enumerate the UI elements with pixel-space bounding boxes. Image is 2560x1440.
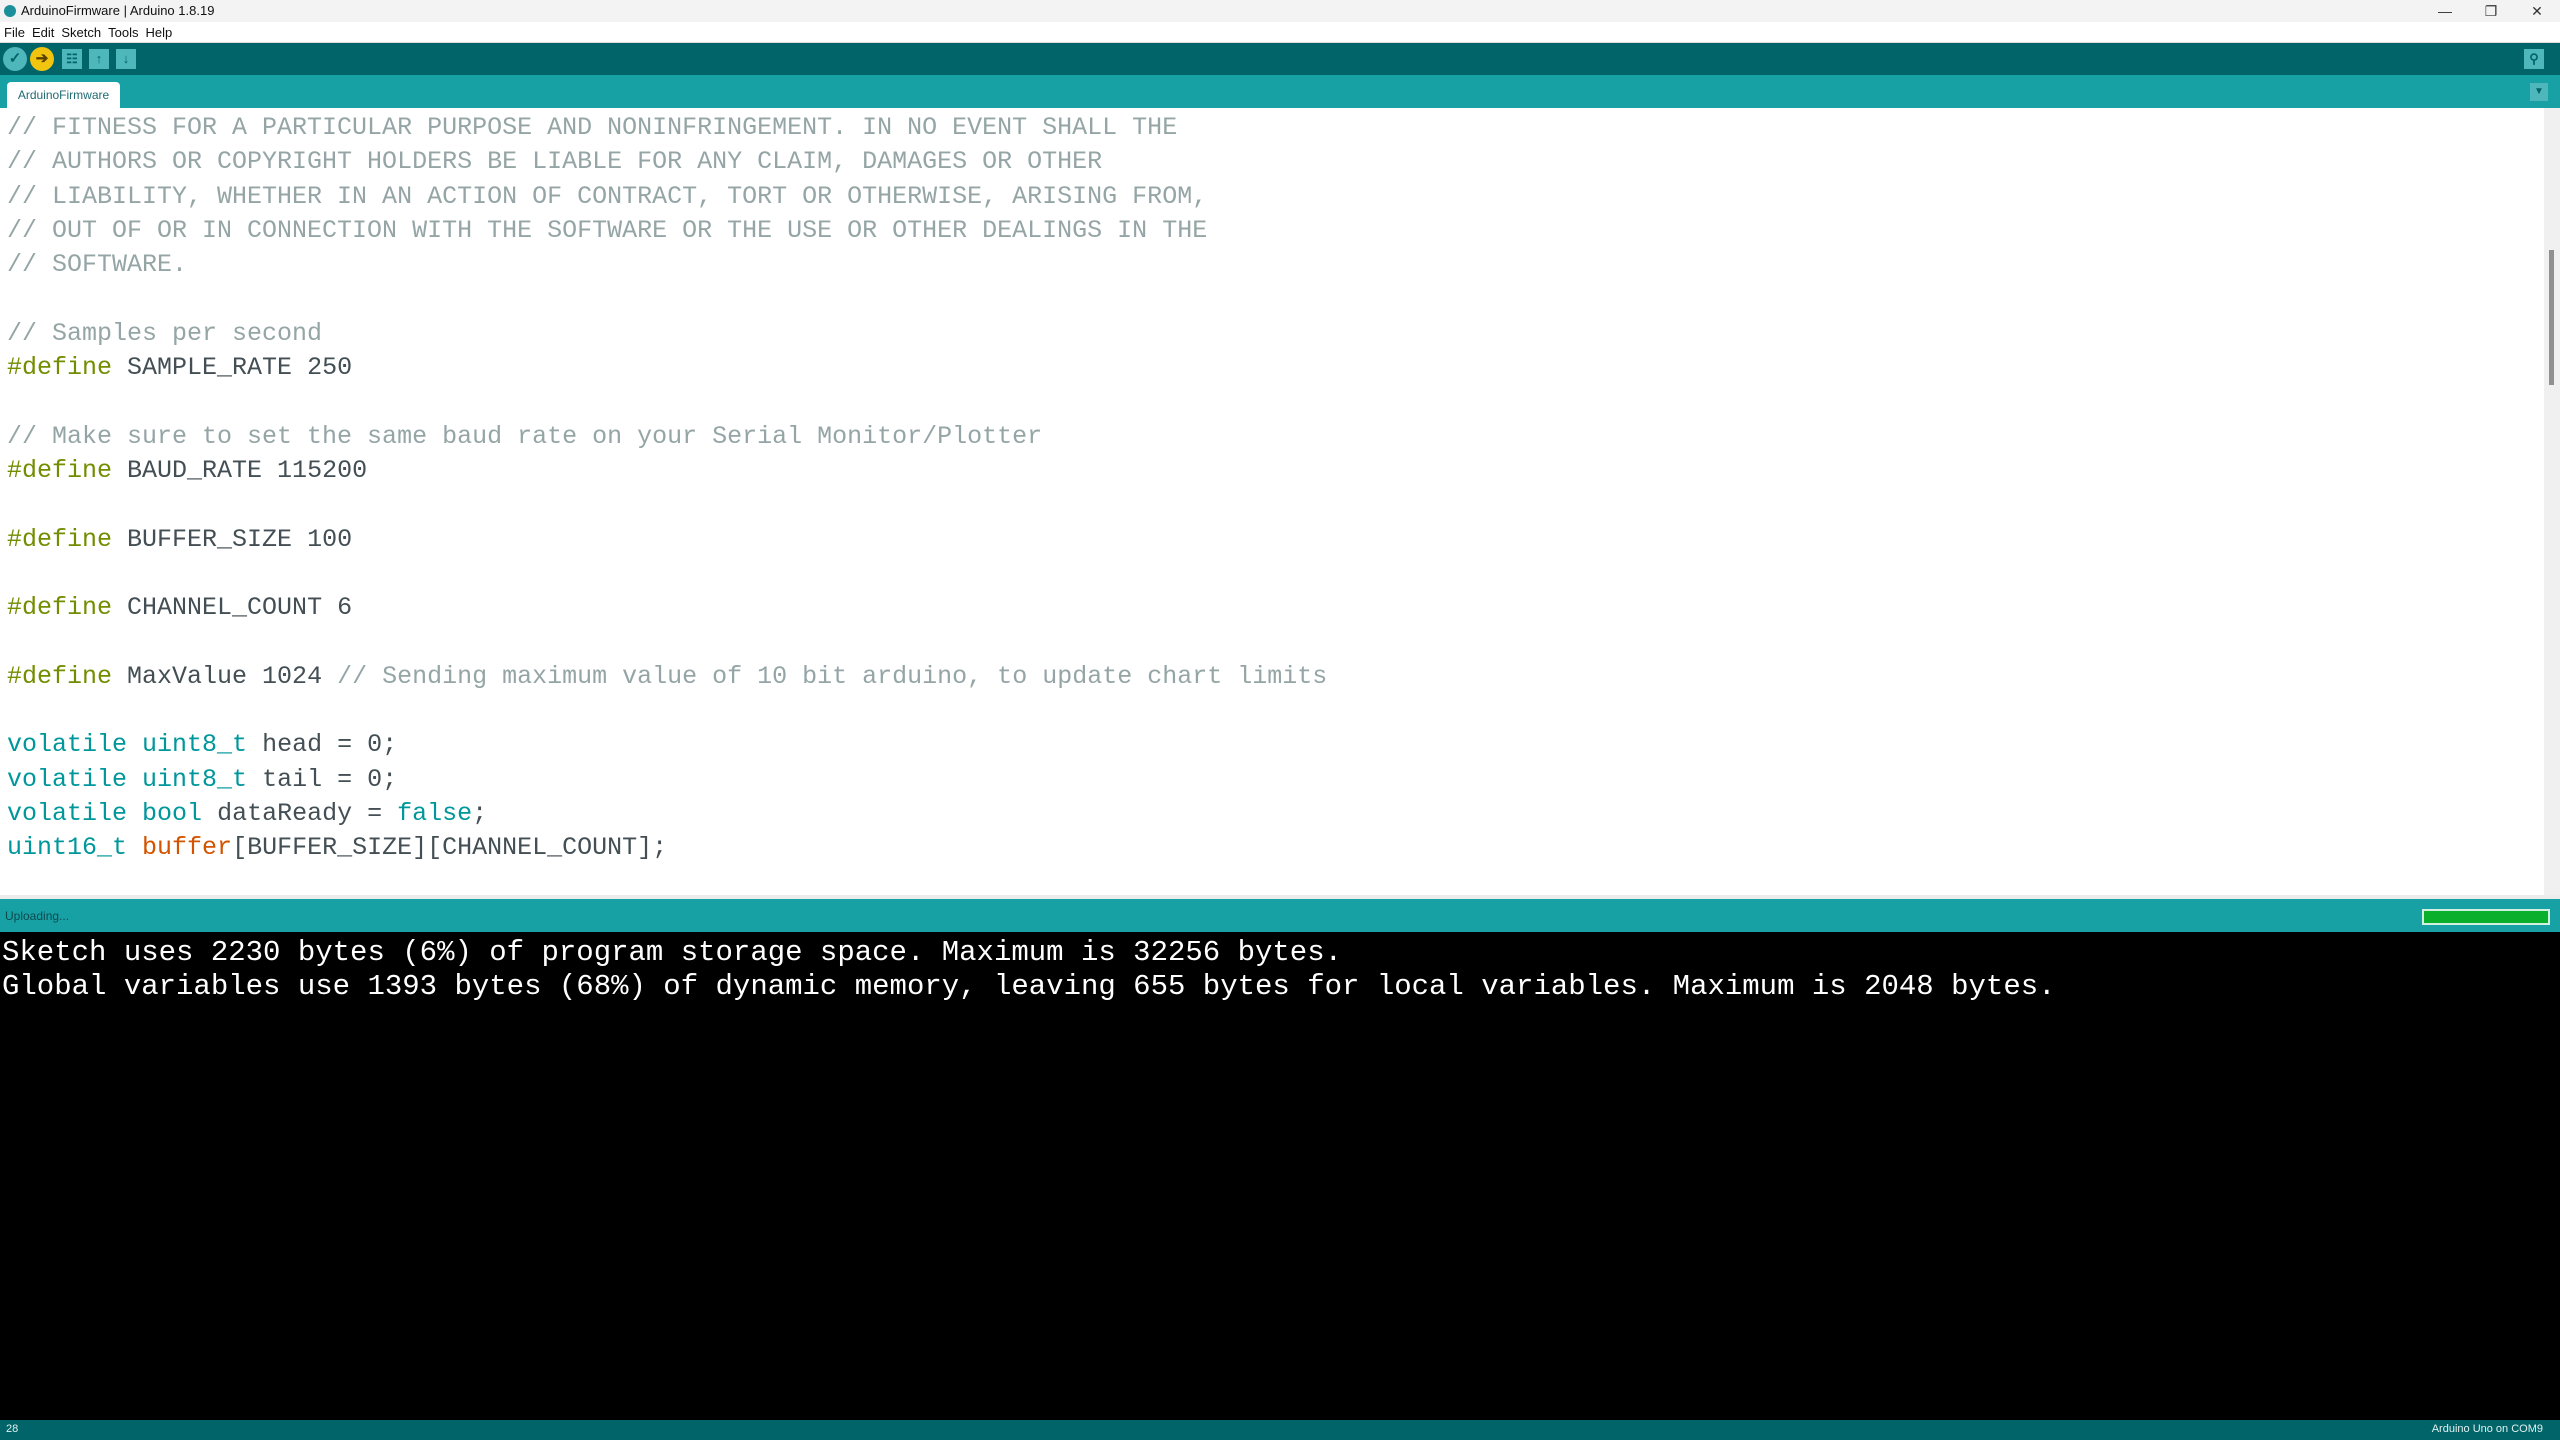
menu-help[interactable]: Help: [141, 22, 175, 40]
code-token-norm: BUFFER_SIZE 100: [112, 524, 353, 554]
code-token-pre: #define: [7, 661, 113, 691]
code-line[interactable]: #define BUFFER_SIZE 100: [7, 523, 352, 557]
code-line[interactable]: // LIABILITY, WHETHER IN AN ACTION OF CO…: [7, 180, 1207, 214]
arrow-up-icon: ↑: [95, 51, 103, 66]
code-token-comment: // FITNESS FOR A PARTICULAR PURPOSE AND …: [7, 113, 1178, 142]
code-token-norm: SAMPLE_RATE 250: [112, 353, 353, 383]
code-line[interactable]: #define SAMPLE_RATE 250: [7, 351, 352, 385]
new-file-icon: ☷: [66, 51, 78, 66]
arrow-right-icon: ➔: [35, 50, 49, 67]
chevron-down-icon: ▼: [2534, 86, 2544, 97]
console-line: Global variables use 1393 bytes (68%) of…: [2, 970, 2056, 1003]
code-token-type: false: [397, 799, 473, 828]
save-button[interactable]: ↓: [116, 49, 136, 69]
code-line[interactable]: volatile uint8_t tail = 0;: [7, 763, 397, 797]
code-token-norm: MaxValue 1024: [112, 661, 338, 691]
console-line: Sketch uses 2230 bytes (6%) of program s…: [2, 936, 1343, 969]
code-token-pre: #define: [7, 456, 113, 485]
code-line[interactable]: // Make sure to set the same baud rate o…: [7, 420, 1042, 454]
close-button[interactable]: ✕: [2514, 0, 2560, 22]
code-token-norm: [127, 765, 142, 794]
restore-button[interactable]: ❐: [2468, 0, 2514, 22]
code-token-comment: // SOFTWARE.: [7, 250, 188, 280]
cursor-line-number: 28: [6, 1423, 19, 1435]
code-token-comment: // LIABILITY, WHETHER IN AN ACTION OF CO…: [7, 181, 1208, 211]
code-token-comment: // OUT OF OR IN CONNECTION WITH THE SOFT…: [7, 215, 1208, 245]
menu-tools[interactable]: Tools: [104, 22, 141, 40]
code-line[interactable]: uint16_t buffer[BUFFER_SIZE][CHANNEL_COU…: [7, 831, 667, 865]
menu-bar: File Edit Sketch Tools Help: [0, 22, 2560, 43]
code-token-norm: ;: [472, 799, 488, 828]
progress-fill: [2424, 911, 2548, 923]
window-title: ArduinoFirmware | Arduino 1.8.19: [21, 3, 215, 18]
scrollbar-thumb[interactable]: [2549, 250, 2554, 385]
code-token-type: uint16_t: [7, 833, 128, 863]
status-bar: Uploading...: [0, 899, 2560, 932]
verify-button[interactable]: ✓: [3, 47, 27, 71]
code-token-type: volatile: [7, 799, 128, 828]
editor-vertical-scrollbar[interactable]: [2544, 108, 2560, 897]
menu-edit[interactable]: Edit: [28, 22, 57, 40]
code-token-type: volatile: [7, 730, 128, 760]
tab-arduinofirmware[interactable]: ArduinoFirmware: [7, 82, 120, 108]
code-token-type: volatile: [7, 764, 128, 794]
code-line[interactable]: // FITNESS FOR A PARTICULAR PURPOSE AND …: [7, 111, 1177, 145]
code-token-comment: // Make sure to set the same baud rate o…: [7, 421, 1043, 451]
code-token-norm: BAUD_RATE 115200: [112, 456, 368, 485]
upload-button[interactable]: ➔: [30, 47, 54, 71]
code-line[interactable]: #define MaxValue 1024 // Sending maximum…: [7, 660, 1327, 694]
code-token-norm: CHANNEL_COUNT 6: [112, 593, 353, 623]
status-message: Uploading...: [5, 909, 70, 923]
minimize-button[interactable]: —: [2422, 0, 2468, 22]
tab-bar: ArduinoFirmware ▼: [0, 75, 2560, 108]
board-port-info: Arduino Uno on COM9: [2431, 1423, 2543, 1435]
code-token-pre: #define: [7, 593, 113, 623]
code-token-type: uint8_t: [142, 730, 248, 760]
code-editor[interactable]: // FITNESS FOR A PARTICULAR PURPOSE AND …: [0, 108, 2544, 897]
code-token-pre: #define: [7, 524, 113, 554]
code-token-pre: #define: [7, 353, 113, 383]
code-line[interactable]: #define BAUD_RATE 115200: [7, 454, 367, 488]
footer-bar: 28 Arduino Uno on COM9: [0, 1420, 2560, 1440]
arduino-app-icon: [4, 5, 16, 17]
open-button[interactable]: ↑: [89, 49, 109, 69]
code-token-comment: // AUTHORS OR COPYRIGHT HOLDERS BE LIABL…: [7, 147, 1103, 177]
tab-menu-button[interactable]: ▼: [2530, 83, 2548, 101]
code-token-norm: dataReady =: [202, 799, 398, 828]
code-line[interactable]: // AUTHORS OR COPYRIGHT HOLDERS BE LIABL…: [7, 145, 1102, 179]
code-token-comment: // Sending maximum value of 10 bit ardui…: [337, 661, 1328, 691]
upload-progress-bar: [2422, 909, 2550, 925]
code-token-norm: [127, 730, 142, 759]
checkmark-icon: ✓: [8, 50, 22, 67]
code-line[interactable]: // OUT OF OR IN CONNECTION WITH THE SOFT…: [7, 214, 1207, 248]
code-line[interactable]: #define CHANNEL_COUNT 6: [7, 591, 352, 625]
code-token-norm: head = 0;: [247, 730, 398, 760]
menu-sketch[interactable]: Sketch: [57, 22, 104, 40]
code-token-norm: tail = 0;: [247, 764, 398, 794]
code-line[interactable]: volatile bool dataReady = false;: [7, 797, 487, 831]
magnifier-icon: ⚲: [2529, 51, 2539, 66]
code-token-type: bool: [142, 799, 203, 828]
code-token-norm: [127, 799, 142, 828]
code-token-func: buffer: [142, 833, 233, 863]
code-token-type: uint8_t: [142, 764, 248, 794]
code-token-norm: [127, 833, 142, 862]
code-token-norm: [BUFFER_SIZE][CHANNEL_COUNT];: [232, 833, 668, 863]
title-bar: ArduinoFirmware | Arduino 1.8.19 — ❐ ✕: [0, 0, 2560, 22]
code-line[interactable]: volatile uint8_t head = 0;: [7, 728, 397, 762]
serial-monitor-button[interactable]: ⚲: [2524, 49, 2544, 69]
code-line[interactable]: // Samples per second: [7, 317, 322, 351]
toolbar: ✓ ➔ ☷ ↑ ↓ ⚲: [0, 43, 2560, 75]
arrow-down-icon: ↓: [122, 51, 130, 66]
menu-file[interactable]: File: [0, 22, 28, 40]
new-sketch-button[interactable]: ☷: [62, 49, 82, 69]
console-output: Sketch uses 2230 bytes (6%) of program s…: [0, 932, 2560, 1420]
code-token-comment: // Samples per second: [7, 318, 323, 348]
code-line[interactable]: // SOFTWARE.: [7, 248, 187, 282]
